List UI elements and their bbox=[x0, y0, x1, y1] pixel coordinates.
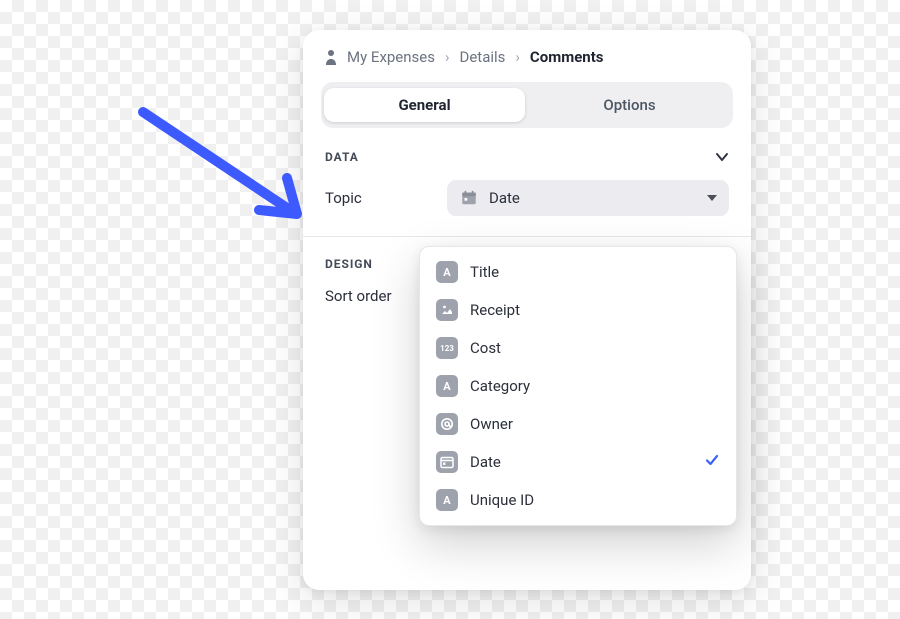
dropdown-option-label: Title bbox=[470, 263, 720, 281]
topic-select-value: Date bbox=[489, 189, 697, 207]
breadcrumb: My Expenses › Details › Comments bbox=[303, 30, 751, 76]
section-header-data[interactable]: DATA bbox=[303, 128, 751, 170]
breadcrumb-item-1[interactable]: Details bbox=[460, 48, 506, 66]
section-title: DATA bbox=[325, 150, 359, 164]
dropdown-option-category[interactable]: A Category ✓ bbox=[420, 367, 736, 405]
chevron-right-icon: › bbox=[515, 48, 520, 66]
dropdown-option-label: Category bbox=[470, 377, 720, 395]
dropdown-option-receipt[interactable]: Receipt ✓ bbox=[420, 291, 736, 329]
annotation-arrow bbox=[125, 94, 325, 254]
dropdown-option-label: Cost bbox=[470, 339, 720, 357]
person-icon bbox=[325, 49, 337, 65]
check-icon bbox=[704, 452, 720, 472]
dropdown-option-date[interactable]: Date bbox=[420, 443, 736, 481]
dropdown-option-cost[interactable]: 123 Cost ✓ bbox=[420, 329, 736, 367]
chevron-right-icon: › bbox=[445, 48, 450, 66]
breadcrumb-item-2[interactable]: Comments bbox=[530, 48, 604, 66]
topic-select[interactable]: Date bbox=[447, 180, 729, 216]
image-icon bbox=[436, 299, 458, 321]
tab-bar: General Options bbox=[321, 82, 733, 128]
tab-general[interactable]: General bbox=[324, 88, 525, 122]
tab-options[interactable]: Options bbox=[529, 88, 730, 122]
at-icon bbox=[436, 413, 458, 435]
dropdown-option-owner[interactable]: Owner ✓ bbox=[420, 405, 736, 443]
calendar-icon bbox=[436, 451, 458, 473]
field-label-sort-order: Sort order bbox=[325, 287, 392, 305]
divider bbox=[303, 236, 751, 237]
section-title: DESIGN bbox=[325, 257, 373, 271]
text-icon: A bbox=[436, 375, 458, 397]
calendar-icon bbox=[459, 188, 479, 208]
settings-panel: My Expenses › Details › Comments General… bbox=[303, 30, 751, 590]
dropdown-option-label: Date bbox=[470, 453, 692, 471]
dropdown-option-label: Owner bbox=[470, 415, 720, 433]
field-label-topic: Topic bbox=[325, 189, 362, 207]
text-icon: A bbox=[436, 489, 458, 511]
dropdown-option-title[interactable]: A Title ✓ bbox=[420, 253, 736, 291]
number-icon: 123 bbox=[436, 337, 458, 359]
chevron-down-icon bbox=[715, 150, 729, 164]
topic-dropdown: A Title ✓ Receipt ✓ 123 Cost ✓ A Categor… bbox=[419, 246, 737, 526]
text-icon: A bbox=[436, 261, 458, 283]
dropdown-option-unique-id[interactable]: A Unique ID ✓ bbox=[420, 481, 736, 519]
row-topic: Topic Date bbox=[303, 170, 751, 226]
dropdown-option-label: Receipt bbox=[470, 301, 720, 319]
caret-down-icon bbox=[707, 195, 717, 201]
dropdown-option-label: Unique ID bbox=[470, 491, 720, 509]
breadcrumb-item-0[interactable]: My Expenses bbox=[347, 48, 435, 66]
